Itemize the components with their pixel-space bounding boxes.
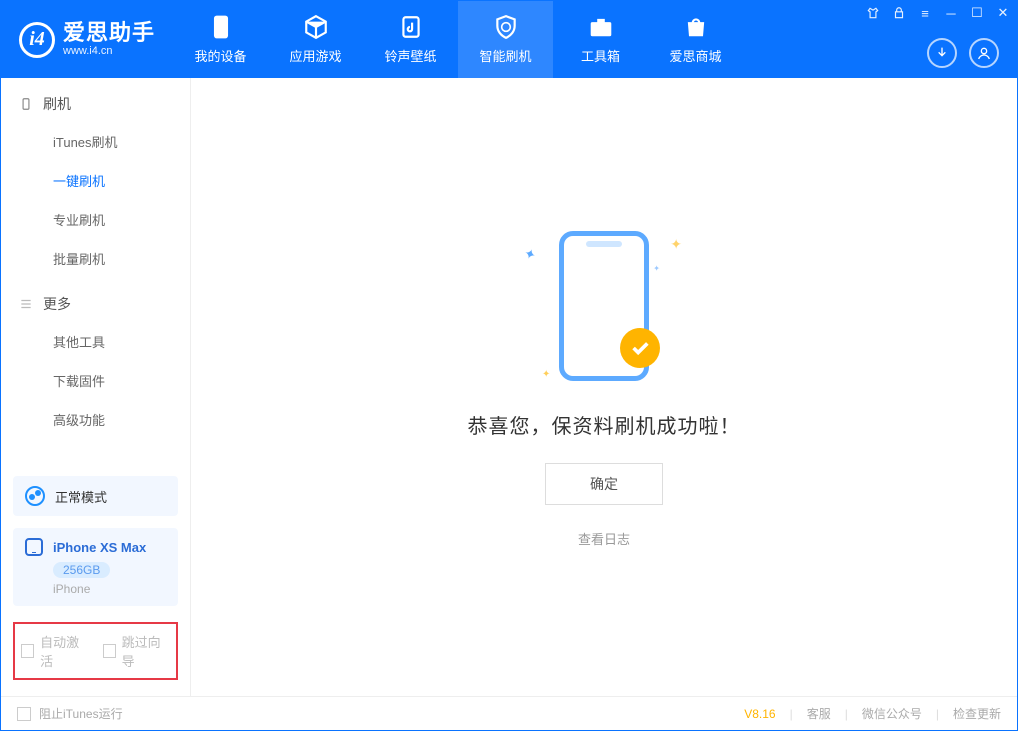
check-update-link[interactable]: 检查更新 <box>953 705 1001 722</box>
success-message: 恭喜您，保资料刷机成功啦！ <box>468 410 741 439</box>
device-capacity: 256GB <box>53 562 110 578</box>
download-button[interactable] <box>927 38 957 68</box>
shirt-icon[interactable] <box>865 5 881 21</box>
sparkle-icon: ✦ <box>670 236 682 253</box>
sidebar-item-batch-flash[interactable]: 批量刷机 <box>1 239 190 278</box>
tab-toolbox[interactable]: 工具箱 <box>553 1 648 78</box>
checkmark-badge-icon <box>620 328 660 368</box>
app-url: www.i4.cn <box>63 46 155 57</box>
tab-label: 铃声壁纸 <box>385 46 437 65</box>
lock-icon[interactable] <box>891 5 907 21</box>
support-link[interactable]: 客服 <box>807 705 831 722</box>
sidebar-item-download-firmware[interactable]: 下载固件 <box>1 361 190 400</box>
sparkle-icon: ✦ <box>521 245 538 265</box>
tab-my-device[interactable]: 我的设备 <box>173 1 268 78</box>
checkbox-skip-guide[interactable]: 跳过向导 <box>103 632 171 670</box>
bag-icon <box>683 14 709 40</box>
sidebar-item-itunes-flash[interactable]: iTunes刷机 <box>1 122 190 161</box>
titlebar: i4 爱思助手 www.i4.cn 我的设备 应用游戏 铃声壁纸 智能刷机 工具… <box>1 1 1017 78</box>
block-itunes-label[interactable]: 阻止iTunes运行 <box>39 705 123 722</box>
sidebar-section-more: 更多 <box>1 278 190 322</box>
tab-store[interactable]: 爱思商城 <box>648 1 743 78</box>
sidebar-items-more: 其他工具 下载固件 高级功能 <box>1 322 190 439</box>
phone-outline-icon <box>25 538 43 556</box>
separator: | <box>936 707 939 721</box>
titlebar-right-actions <box>927 38 999 68</box>
sidebar-item-pro-flash[interactable]: 专业刷机 <box>1 200 190 239</box>
tab-label: 智能刷机 <box>480 46 532 65</box>
checkbox-row-highlighted: 自动激活 跳过向导 <box>13 622 178 680</box>
sparkle-icon: ✦ <box>542 369 550 380</box>
mode-label: 正常模式 <box>55 487 107 506</box>
maximize-button[interactable]: ☐ <box>969 5 985 21</box>
checkbox-label: 自动激活 <box>40 632 88 670</box>
main-panel: ✦ ✦ ✦ ✦ 恭喜您，保资料刷机成功啦！ 确定 查看日志 <box>191 78 1017 696</box>
tab-label: 工具箱 <box>581 46 620 65</box>
app-name: 爱思助手 <box>63 22 155 44</box>
window-controls: ≡ ─ ☐ ✕ <box>865 5 1011 21</box>
sidebar-items-flash: iTunes刷机 一键刷机 专业刷机 批量刷机 <box>1 122 190 278</box>
tab-apps-games[interactable]: 应用游戏 <box>268 1 363 78</box>
tab-label: 爱思商城 <box>670 46 722 65</box>
device-name: iPhone XS Max <box>53 540 146 555</box>
sparkle-icon: ✦ <box>653 264 660 273</box>
tab-label: 应用游戏 <box>290 46 342 65</box>
sidebar-item-other-tools[interactable]: 其他工具 <box>1 322 190 361</box>
device-card[interactable]: iPhone XS Max 256GB iPhone <box>13 528 178 606</box>
view-log-link[interactable]: 查看日志 <box>578 529 630 548</box>
statusbar: 阻止iTunes运行 V8.16 | 客服 | 微信公众号 | 检查更新 <box>1 696 1017 730</box>
device-type: iPhone <box>53 582 166 596</box>
checkbox-auto-activate[interactable]: 自动激活 <box>21 632 89 670</box>
tab-ringtone-wallpaper[interactable]: 铃声壁纸 <box>363 1 458 78</box>
sidebar-section-flash: 刷机 <box>1 78 190 122</box>
sidebar: 刷机 iTunes刷机 一键刷机 专业刷机 批量刷机 更多 其他工具 下载固件 … <box>1 78 191 696</box>
logo-text: 爱思助手 www.i4.cn <box>63 22 155 57</box>
device-icon <box>19 97 33 111</box>
minimize-button[interactable]: ─ <box>943 5 959 21</box>
tab-label: 我的设备 <box>195 46 247 65</box>
nav-tabs: 我的设备 应用游戏 铃声壁纸 智能刷机 工具箱 爱思商城 <box>173 1 743 78</box>
wechat-link[interactable]: 微信公众号 <box>862 705 922 722</box>
logo-icon: i4 <box>19 22 55 58</box>
sidebar-item-oneclick-flash[interactable]: 一键刷机 <box>1 161 190 200</box>
toolbox-icon <box>588 14 614 40</box>
mode-icon <box>25 486 45 506</box>
sidebar-item-advanced[interactable]: 高级功能 <box>1 400 190 439</box>
checkbox-icon <box>103 644 116 658</box>
body: 刷机 iTunes刷机 一键刷机 专业刷机 批量刷机 更多 其他工具 下载固件 … <box>1 78 1017 696</box>
phone-icon <box>208 14 234 40</box>
music-file-icon <box>398 14 424 40</box>
section-title: 更多 <box>43 294 71 314</box>
ok-button[interactable]: 确定 <box>545 463 663 505</box>
checkbox-label: 跳过向导 <box>122 632 170 670</box>
checkbox-icon <box>21 644 34 658</box>
menu-icon[interactable]: ≡ <box>917 5 933 21</box>
shield-sync-icon <box>493 14 519 40</box>
success-illustration: ✦ ✦ ✦ ✦ <box>514 226 694 386</box>
close-button[interactable]: ✕ <box>995 5 1011 21</box>
tab-smart-flash[interactable]: 智能刷机 <box>458 1 553 78</box>
list-icon <box>19 297 33 311</box>
account-button[interactable] <box>969 38 999 68</box>
separator: | <box>790 707 793 721</box>
cube-icon <box>303 14 329 40</box>
separator: | <box>845 707 848 721</box>
checkbox-icon[interactable] <box>17 707 31 721</box>
version-label: V8.16 <box>744 707 775 721</box>
mode-card[interactable]: 正常模式 <box>13 476 178 516</box>
app-logo[interactable]: i4 爱思助手 www.i4.cn <box>1 1 173 78</box>
section-title: 刷机 <box>43 94 71 114</box>
